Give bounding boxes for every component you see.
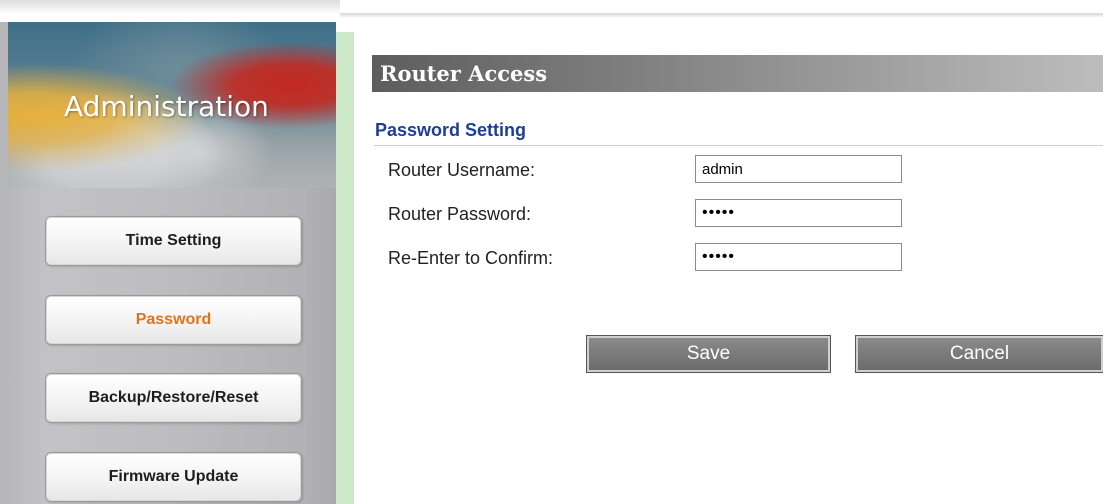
page-header: Router Access bbox=[372, 55, 1103, 92]
nav-backup-restore-reset-button[interactable]: Backup/Restore/Reset bbox=[45, 373, 302, 423]
confirm-password-input[interactable] bbox=[695, 243, 902, 271]
nav-password-button[interactable]: Password bbox=[45, 295, 302, 345]
nav-time-setting-button[interactable]: Time Setting bbox=[45, 216, 302, 266]
password-input[interactable] bbox=[695, 199, 902, 227]
nav-firmware-update-button[interactable]: Firmware Update bbox=[45, 452, 302, 502]
username-label: Router Username: bbox=[388, 160, 536, 180]
page-title: Router Access bbox=[380, 61, 548, 86]
cancel-button[interactable]: Cancel bbox=[855, 335, 1103, 373]
username-input[interactable] bbox=[695, 155, 902, 183]
top-strip bbox=[0, 0, 1103, 17]
section-title: Password Setting bbox=[375, 120, 527, 140]
password-label: Router Password: bbox=[388, 204, 532, 224]
top-strip-line bbox=[340, 13, 1103, 17]
section-divider bbox=[374, 145, 1103, 146]
save-button[interactable]: Save bbox=[586, 335, 831, 373]
sidebar: Administration Time Setting Password Bac… bbox=[0, 22, 336, 504]
banner-title: Administration bbox=[64, 90, 269, 123]
sidebar-banner: Administration bbox=[8, 22, 336, 188]
top-strip-shade bbox=[0, 0, 340, 14]
confirm-password-label: Re-Enter to Confirm: bbox=[388, 248, 554, 268]
banner-fade bbox=[8, 118, 336, 188]
content-border bbox=[336, 32, 354, 504]
